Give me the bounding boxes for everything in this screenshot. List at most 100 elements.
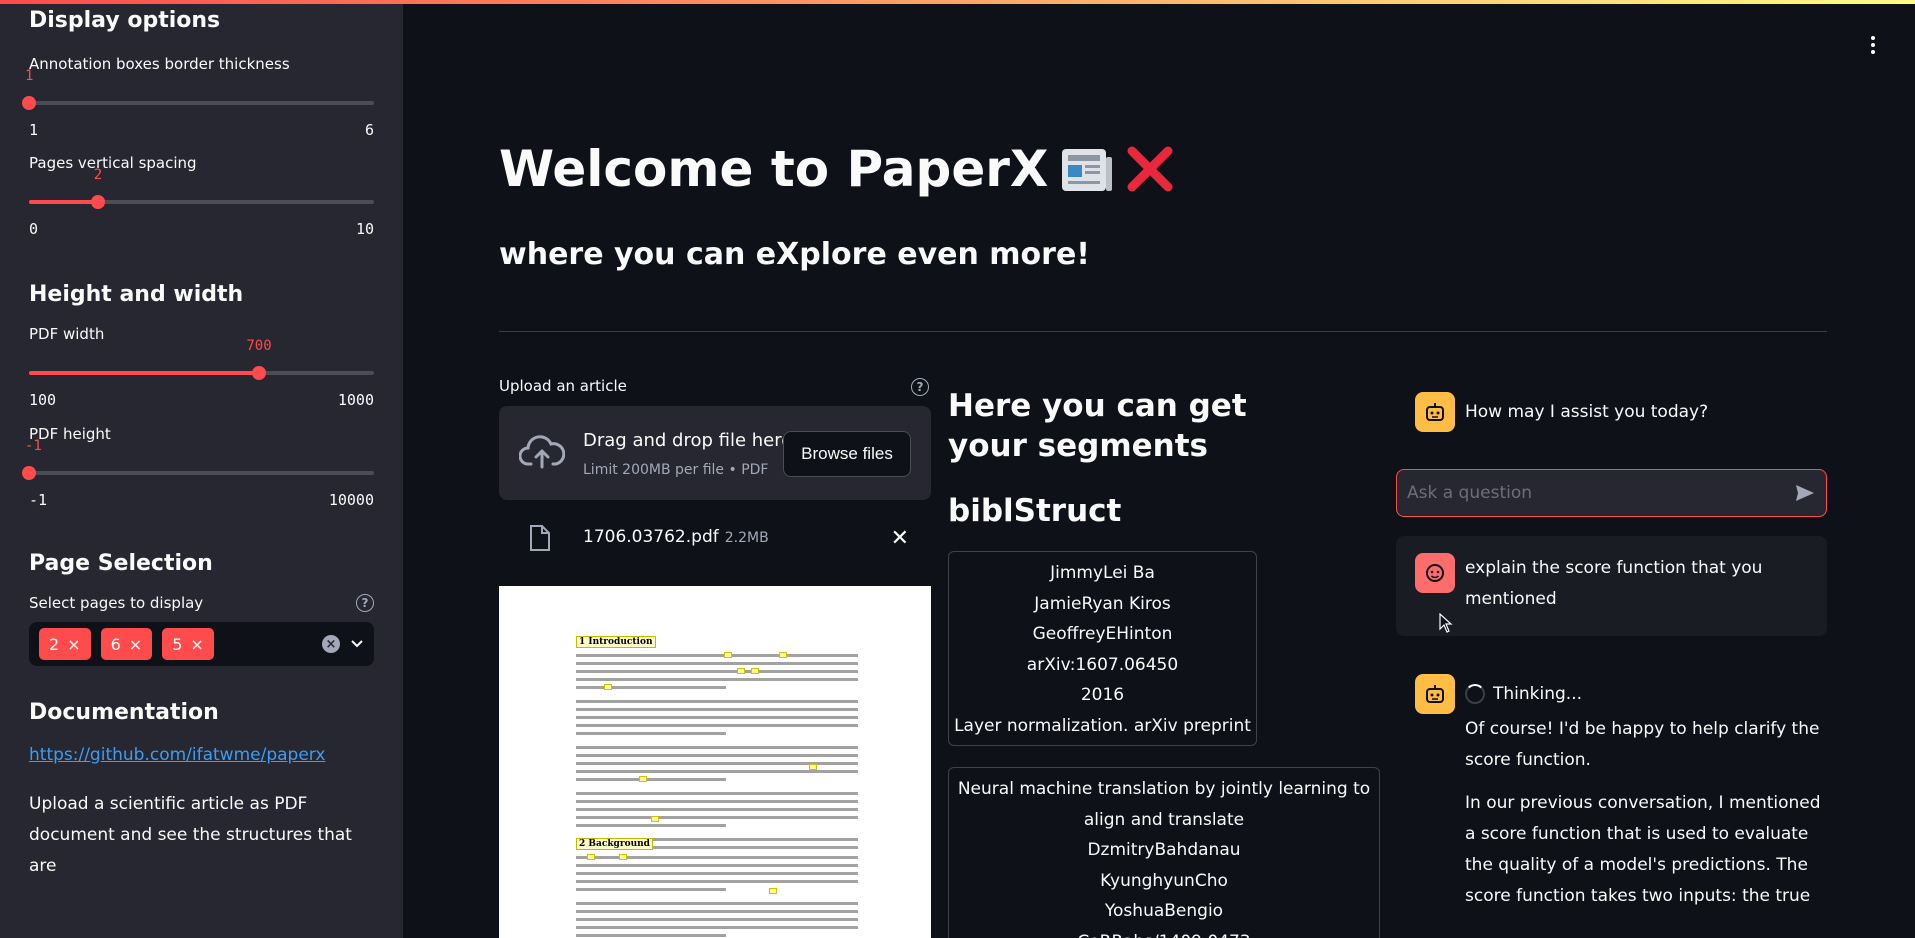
pdf-text-line — [576, 716, 858, 719]
pdf-text-line — [576, 816, 858, 819]
pdf-height-slider[interactable]: -1 -1 10000 — [22, 433, 374, 509]
red-x-icon — [1127, 146, 1173, 192]
main-content: Welcome to PaperX where you can eXplore … — [403, 0, 1915, 938]
robot-icon — [1426, 403, 1444, 421]
pdf-reference-box — [619, 854, 627, 860]
page-subtitle: where you can eXplore even more! — [499, 237, 1090, 272]
slider-max: 10 — [355, 220, 374, 238]
page-tag[interactable]: 5 × — [162, 628, 214, 660]
pdf-text-line — [576, 686, 726, 689]
pdf-reference-box — [769, 888, 777, 894]
slider-min: 0 — [29, 220, 39, 238]
pdf-section-heading: 1 Introduction — [576, 636, 656, 648]
pdf-reference-box — [639, 776, 647, 782]
pdf-text-line — [576, 926, 858, 929]
pdf-reference-box — [809, 764, 817, 770]
pdf-text-line — [576, 732, 726, 735]
display-options-heading: Display options — [29, 8, 221, 33]
pdf-text-line — [576, 670, 858, 673]
tag-remove-icon[interactable]: × — [129, 635, 142, 654]
height-width-heading: Height and width — [29, 282, 244, 307]
page-selection-heading: Page Selection — [29, 551, 213, 576]
remove-file-icon[interactable]: ✕ — [891, 526, 909, 551]
page-tag[interactable]: 2 × — [39, 628, 91, 660]
bibl-line: JimmyLei Ba — [1050, 563, 1155, 583]
select-pages-label: Select pages to display — [29, 594, 204, 612]
page-title: Welcome to PaperX — [499, 140, 1176, 198]
chevron-down-icon[interactable] — [350, 639, 364, 649]
help-icon[interactable]: ? — [356, 594, 374, 612]
pdf-text-line — [576, 700, 858, 703]
browse-files-button[interactable]: Browse files — [783, 431, 911, 477]
pdf-text-line — [576, 724, 858, 727]
segments-heading: Here you can get your segments — [948, 388, 1247, 464]
assistant-message-text: How may I assist you today? — [1465, 401, 1709, 422]
pdf-width-slider[interactable]: 700 100 1000 — [29, 333, 374, 409]
main-menu-icon[interactable] — [1871, 36, 1877, 57]
upload-help-icon[interactable]: ? — [911, 378, 929, 396]
pdf-text-line — [576, 910, 858, 913]
spinner-icon — [1465, 684, 1485, 704]
page-tag-label: 5 — [172, 634, 183, 654]
github-link[interactable]: https://github.com/ifatwme/paperx — [29, 745, 325, 765]
pdf-text-line — [576, 872, 858, 875]
pdf-section-heading: 2 Background — [576, 838, 653, 850]
vertical-spacing-slider[interactable]: 2 0 10 — [29, 162, 374, 238]
top-decoration-bar — [0, 0, 1915, 4]
user-face-icon — [1426, 564, 1444, 582]
slider-thumb[interactable] — [22, 466, 36, 480]
pdf-text-line — [576, 888, 726, 891]
slider-thumb[interactable] — [22, 96, 36, 110]
divider — [499, 331, 1827, 332]
dropzone-text: Drag and drop file here — [583, 430, 793, 451]
tag-remove-icon[interactable]: × — [67, 635, 80, 654]
bot-avatar — [1415, 392, 1455, 432]
bibl-line: KyunghyunCho — [1100, 870, 1228, 891]
pdf-reference-box — [779, 652, 787, 658]
slider-value: 700 — [246, 338, 272, 354]
mouse-cursor-icon — [1439, 613, 1453, 633]
pdf-reference-box — [651, 816, 659, 822]
send-icon[interactable] — [1794, 482, 1816, 504]
bibl-line: GeoffreyEHinton — [1032, 624, 1173, 644]
pdf-text-line — [576, 934, 726, 937]
pdf-text-line — [576, 824, 726, 827]
chat-input-box[interactable] — [1396, 469, 1827, 517]
page-title-text: Welcome to PaperX — [499, 140, 1049, 198]
pdf-text-line — [576, 678, 858, 681]
chat-input[interactable] — [1407, 483, 1794, 503]
page-tag-label: 2 — [49, 634, 60, 654]
upload-label: Upload an article — [499, 377, 627, 395]
assistant-message: How may I assist you today? — [1415, 392, 1708, 432]
slider-thumb[interactable] — [252, 366, 266, 380]
pdf-text-line — [576, 864, 858, 867]
tag-remove-icon[interactable]: × — [190, 635, 203, 654]
bibl-line: Neural machine translation by jointly le… — [957, 779, 1371, 799]
pdf-text-line — [576, 808, 858, 811]
bot-avatar — [1415, 674, 1455, 714]
slider-thumb[interactable] — [91, 195, 105, 209]
slider-min: -1 — [29, 491, 48, 509]
bibl-line: align and translate — [1083, 809, 1245, 830]
slider-fill — [29, 371, 259, 375]
pdf-reference-box — [724, 652, 732, 658]
slider-max: 10000 — [328, 491, 374, 509]
pdf-text-line — [576, 654, 858, 657]
pages-multiselect[interactable]: 2 × 6 × 5 × × — [29, 622, 374, 666]
bibl-line: arXiv:1607.06450 — [1026, 654, 1179, 675]
file-dropzone[interactable]: Drag and drop file here Limit 200MB per … — [499, 406, 931, 500]
assistant-message: Thinking... Of course! I'd be happy to h… — [1415, 674, 1827, 924]
bibl-line: DzmitryBahdanau — [1087, 840, 1241, 860]
border-thickness-slider[interactable]: 1 1 6 — [22, 63, 374, 139]
uploaded-file-row: 1706.03762.pdf 2.2MB ✕ — [499, 518, 931, 560]
clear-all-icon[interactable]: × — [322, 635, 340, 653]
slider-max: 6 — [364, 121, 374, 139]
pdf-preview[interactable]: 1 Introduction 2 Background — [499, 586, 931, 938]
pdf-text-line — [576, 746, 858, 749]
documentation-text: Upload a scientific article as PDF docum… — [29, 794, 352, 876]
slider-value: -1 — [25, 438, 42, 454]
page-tag[interactable]: 6 × — [100, 628, 153, 660]
file-size: 2.2MB — [724, 530, 769, 546]
file-icon — [530, 525, 550, 551]
slider-value: 1 — [25, 68, 34, 84]
